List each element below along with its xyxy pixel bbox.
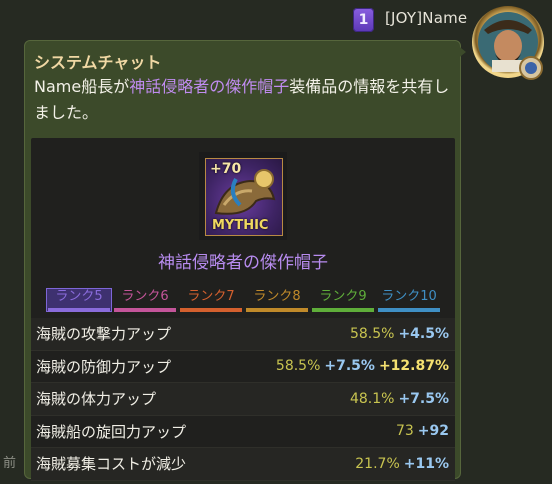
pirate-avatar-icon: [472, 6, 544, 80]
stat-row: 海賊の防御力アップ 58.5% +7.5% +12.87%: [31, 351, 455, 383]
stat-base-value: 58.5%: [349, 325, 395, 342]
stat-values: 21.7% +11%: [355, 456, 449, 472]
stat-base-value: 73: [395, 423, 414, 440]
stat-label: 海賊船の旋回力アップ: [36, 422, 187, 441]
rank-tab-8[interactable]: ランク8: [244, 288, 310, 312]
rank-tab-label: ランク7: [187, 289, 235, 304]
rank-color-bar: [312, 308, 374, 312]
rank-badge: 1: [353, 8, 374, 32]
rank-tab-9[interactable]: ランク9: [310, 288, 376, 312]
stat-row: 海賊の体力アップ 48.1% +7.5%: [31, 383, 455, 416]
stat-base-value: 21.7%: [355, 455, 400, 472]
chat-title: システムチャット: [34, 53, 162, 72]
rank-tab-5[interactable]: ランク5: [46, 288, 112, 312]
rank-tab-10[interactable]: ランク10: [376, 288, 442, 312]
rank-color-bar: [180, 308, 242, 312]
stat-list: 海賊の攻撃力アップ 58.5% +4.5% 海賊の防御力アップ 58.5% +7.5% +1…: [31, 318, 455, 481]
hat-icon: +70 MYTHIC: [205, 158, 283, 236]
stat-bonus-value: +4.5%: [398, 325, 449, 342]
stat-bonus-value: +92: [417, 423, 449, 440]
item-enhancement: +70: [210, 161, 242, 177]
rank-tab-label: ランク8: [253, 289, 301, 304]
rank-color-bar: [114, 308, 176, 312]
player-avatar[interactable]: [470, 4, 548, 84]
stat-label: 海賊募集コストが減少: [36, 455, 187, 474]
stat-values: 73 +92: [396, 423, 449, 439]
rank-color-bar: [246, 308, 308, 312]
rank-tab-6[interactable]: ランク6: [112, 288, 178, 312]
rank-tab-label: ランク10: [381, 289, 437, 304]
stat-label: 海賊の体力アップ: [36, 390, 157, 409]
rank-color-bar: [48, 308, 110, 312]
stat-extra-value: +12.87%: [378, 358, 449, 375]
sender-name[interactable]: [JOY]Name: [385, 9, 467, 27]
stat-base-value: 58.5%: [275, 358, 321, 375]
stat-bonus-value: +7.5%: [398, 390, 449, 407]
stat-row: 海賊募集コストが減少 21.7% +11%: [31, 448, 455, 481]
stat-bonus-value: +7.5%: [324, 358, 375, 375]
stat-label: 海賊の防御力アップ: [36, 357, 172, 376]
stat-base-value: 48.1%: [349, 390, 395, 407]
stat-bonus-value: +11%: [403, 455, 449, 472]
chat-message: Name船長が神話侵略者の傑作帽子装備品の情報を共有しました。: [34, 74, 454, 126]
item-link[interactable]: 神話侵略者の傑作帽子: [129, 77, 289, 96]
background-chat-label: 前: [3, 456, 17, 471]
stat-row: 海賊の攻撃力アップ 58.5% +4.5%: [31, 318, 455, 351]
rank-tab-label: ランク9: [319, 289, 367, 304]
rank-tab-label: ランク6: [121, 289, 169, 304]
stat-label: 海賊の攻撃力アップ: [36, 325, 172, 344]
rank-tab-label: ランク5: [55, 289, 103, 304]
item-name: 神話侵略者の傑作帽子: [158, 253, 328, 273]
stat-row: 海賊船の旋回力アップ 73 +92: [31, 416, 455, 448]
rank-color-bar: [378, 308, 440, 312]
item-icon-frame[interactable]: +70 MYTHIC: [199, 152, 287, 240]
rank-tabs: ランク5 ランク6 ランク7 ランク8 ランク9 ランク10: [46, 288, 442, 312]
stat-values: 48.1% +7.5%: [350, 391, 449, 407]
message-text-before: Name船長が: [34, 77, 130, 96]
item-rarity: MYTHIC: [212, 218, 269, 233]
stat-values: 58.5% +4.5%: [350, 326, 449, 342]
rank-tab-7[interactable]: ランク7: [178, 288, 244, 312]
stat-values: 58.5% +7.5% +12.87%: [276, 358, 449, 374]
chat-bubble-tail: [456, 44, 466, 60]
